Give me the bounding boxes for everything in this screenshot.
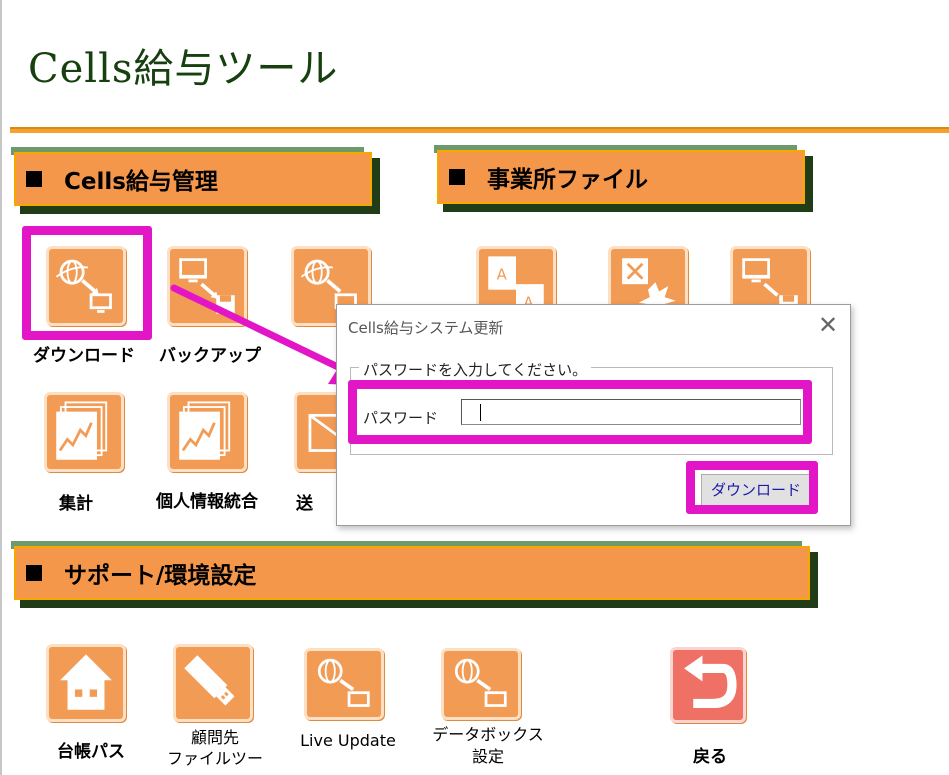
backup-label: バックアップ xyxy=(159,346,261,366)
app-title: Cells給与ツール xyxy=(28,46,339,92)
download-button-highlight xyxy=(686,461,818,514)
personal-merge-tile[interactable] xyxy=(167,392,247,472)
databox-label-line2: 設定 xyxy=(471,747,504,766)
databox-label-line1: データボックス xyxy=(432,725,544,744)
chart-sheets-icon xyxy=(56,401,108,460)
password-group-label: パスワードを入力してください。 xyxy=(359,359,592,380)
dialog-title: Cells給与システム更新 xyxy=(348,319,504,337)
client-file-tool-tile[interactable] xyxy=(173,644,253,722)
globe-to-computer-icon xyxy=(454,658,507,707)
computer-to-disk-icon xyxy=(179,258,235,314)
return-arrow-icon xyxy=(684,655,737,709)
password-field-highlight xyxy=(348,380,812,444)
usb-drive-icon xyxy=(184,655,235,706)
section-title-payroll: Cells給与管理 xyxy=(64,169,218,195)
aggregate-label: 集計 xyxy=(59,494,93,514)
databox-settings-tile[interactable] xyxy=(441,648,521,720)
ledger-path-label: 台帳パス xyxy=(57,742,125,762)
left-border xyxy=(0,0,2,775)
title-divider xyxy=(10,127,949,133)
square-bullet-icon xyxy=(26,171,42,187)
section-header-office: 事業所ファイル xyxy=(434,145,813,212)
section-header-payroll: Cells給与管理 xyxy=(11,147,380,214)
aggregate-tile[interactable] xyxy=(44,392,124,472)
backup-tile[interactable] xyxy=(167,246,247,326)
globe-to-computer-icon xyxy=(317,658,370,707)
section-title-support: サポート/環境設定 xyxy=(64,563,257,589)
ledger-path-tile[interactable] xyxy=(46,644,126,722)
section-title-office: 事業所ファイル xyxy=(487,167,648,193)
personal-merge-label: 個人情報統合 xyxy=(156,492,258,512)
envelope-icon xyxy=(308,413,341,452)
square-bullet-icon xyxy=(26,565,42,581)
close-icon[interactable]: ✕ xyxy=(815,313,841,339)
back-tile[interactable] xyxy=(670,647,746,723)
client-file-label-line1: 顧問先 xyxy=(190,728,239,747)
client-file-label-line2: ファイルツー xyxy=(166,749,263,768)
chart-sheets-icon xyxy=(179,401,231,460)
section-header-support: サポート/環境設定 xyxy=(11,541,818,608)
download-label: ダウンロード xyxy=(33,346,135,366)
send-label: 送 xyxy=(296,494,313,514)
back-label: 戻る xyxy=(693,747,727,767)
download-tile-highlight xyxy=(22,226,152,340)
svg-text:A: A xyxy=(497,267,507,284)
live-update-label: Live Update xyxy=(300,731,396,750)
square-bullet-icon xyxy=(449,169,465,185)
live-update-tile[interactable] xyxy=(304,648,384,720)
house-icon xyxy=(60,654,112,710)
